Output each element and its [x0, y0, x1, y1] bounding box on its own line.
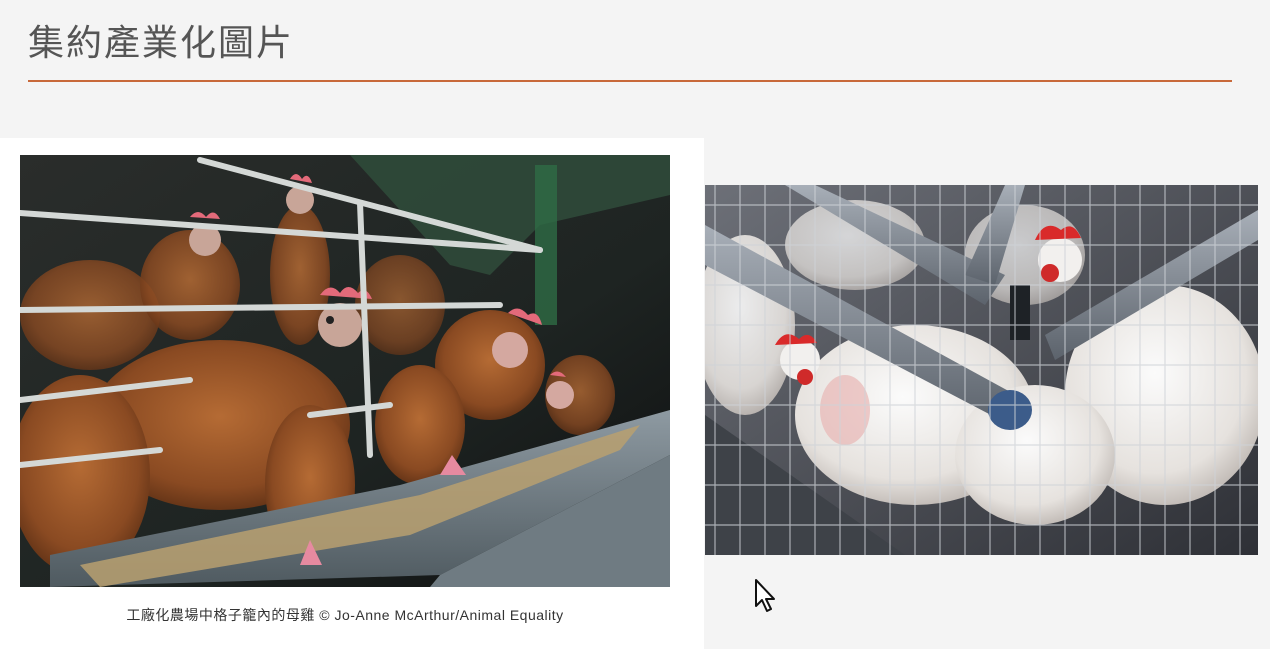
left-image-caption: 工廠化農場中格子籠內的母雞 © Jo-Anne McArthur/Animal …	[126, 607, 564, 623]
presentation-slide: 集約產業化圖片 工廠化農場中格子籠內的母雞 © Jo-Anne McArthur…	[0, 0, 1270, 649]
battery-cage-hens-photo	[20, 155, 670, 587]
white-hens-in-wire-cage-icon	[705, 185, 1258, 555]
wire-cage-white-hens-photo	[705, 185, 1258, 555]
arrow-cursor-icon	[754, 578, 780, 614]
title-divider	[28, 80, 1232, 82]
slide-title: 集約產業化圖片	[28, 23, 295, 64]
hens-in-battery-cage-icon	[20, 155, 670, 587]
